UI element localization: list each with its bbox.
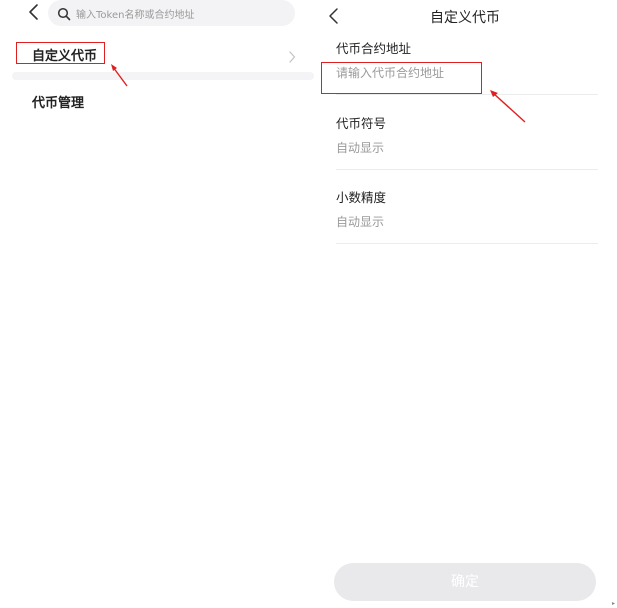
token-list-screen: 输入Token名称或合约地址 自定义代币 代币管理 (0, 0, 315, 608)
confirm-button[interactable]: 确定 (334, 563, 596, 601)
page-title: 自定义代币 (430, 10, 500, 26)
contract-address-label: 代币合约地址 (336, 41, 412, 56)
field-divider (336, 243, 598, 244)
search-input[interactable]: 输入Token名称或合约地址 (48, 0, 295, 26)
menu-item-label: 自定义代币 (32, 49, 98, 64)
decimal-precision-label: 小数精度 (336, 190, 387, 205)
token-symbol-label: 代币符号 (336, 116, 387, 131)
menu-item-token-manage[interactable]: 代币管理 (14, 84, 314, 118)
chevron-right-icon (288, 48, 296, 63)
custom-token-screen: 自定义代币 代币合约地址 请输入代币合约地址 代币符号 自动显示 小数精度 自动… (317, 0, 617, 608)
field-divider (336, 169, 598, 170)
menu-item-label: 代币管理 (32, 96, 85, 111)
section-divider (12, 72, 314, 80)
token-symbol-value: 自动显示 (336, 141, 385, 155)
contract-address-input[interactable]: 请输入代币合约地址 (336, 63, 598, 83)
decimal-precision-value: 自动显示 (336, 215, 385, 229)
field-divider (336, 94, 598, 95)
menu-item-custom-token[interactable]: 自定义代币 (14, 37, 314, 71)
search-placeholder: 输入Token名称或合约地址 (76, 9, 195, 21)
corner-dot-icon: ▸ (612, 600, 616, 607)
search-icon (57, 6, 71, 21)
back-chevron-icon[interactable] (26, 3, 42, 21)
